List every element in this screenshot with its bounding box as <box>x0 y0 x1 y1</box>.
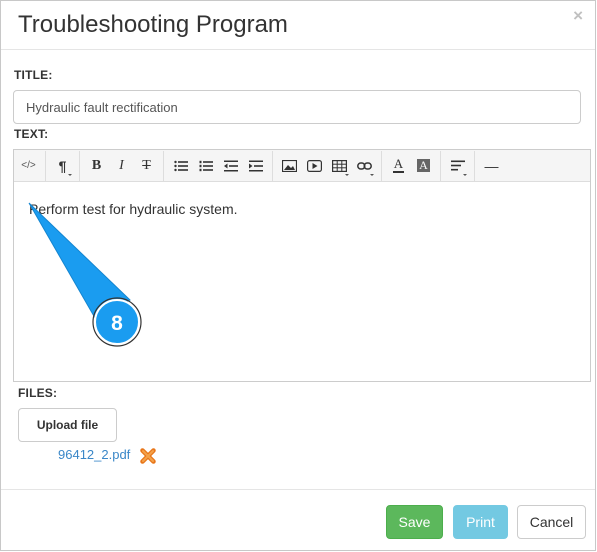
align-icon[interactable] <box>445 153 470 179</box>
ordered-list-icon[interactable] <box>193 153 218 179</box>
close-icon[interactable]: × <box>573 7 583 25</box>
font-color-underline <box>393 171 404 173</box>
cancel-button[interactable]: Cancel <box>517 505 586 539</box>
horizontal-rule-icon[interactable]: — <box>479 153 504 179</box>
title-label: TITLE: <box>14 68 53 82</box>
toolbar-separator <box>381 150 382 181</box>
files-label: FILES: <box>18 386 58 400</box>
footer-divider <box>1 489 595 490</box>
code-view-icon[interactable]: </> <box>16 153 41 179</box>
rich-text-editor[interactable]: </> ¶ B I T A A — Perform test for hydra… <box>13 149 591 382</box>
paragraph-icon[interactable]: ¶ <box>50 153 75 179</box>
troubleshooting-dialog: Troubleshooting Program × TITLE: TEXT: <… <box>0 0 596 551</box>
background-color-glyph: A <box>417 158 430 172</box>
toolbar-separator <box>474 150 475 181</box>
save-button[interactable]: Save <box>386 505 443 539</box>
background-color-icon[interactable]: A <box>411 153 436 179</box>
delete-file-icon[interactable] <box>139 447 157 470</box>
font-color-glyph: A <box>393 156 404 172</box>
font-color-icon[interactable]: A <box>386 153 411 179</box>
italic-icon[interactable]: I <box>109 153 134 179</box>
link-icon[interactable] <box>352 153 377 179</box>
upload-file-button[interactable]: Upload file <box>18 408 117 442</box>
video-icon[interactable] <box>302 153 327 179</box>
file-link[interactable]: 96412_2.pdf <box>58 447 130 463</box>
dialog-title: Troubleshooting Program <box>18 11 288 38</box>
strikethrough-icon[interactable]: T <box>134 153 159 179</box>
dropdown-caret-icon <box>463 173 467 176</box>
dropdown-caret-icon <box>345 173 349 176</box>
toolbar-separator <box>79 150 80 181</box>
indent-icon[interactable] <box>243 153 268 179</box>
toolbar-separator <box>272 150 273 181</box>
paragraph-glyph: ¶ <box>58 157 67 174</box>
unordered-list-icon[interactable] <box>168 153 193 179</box>
toolbar-separator <box>440 150 441 181</box>
dialog-header: Troubleshooting Program × <box>1 1 595 50</box>
toolbar-separator <box>163 150 164 181</box>
editor-toolbar: </> ¶ B I T A A — <box>14 150 590 182</box>
toolbar-separator <box>45 150 46 181</box>
editor-text[interactable]: Perform test for hydraulic system. <box>29 200 238 218</box>
table-icon[interactable] <box>327 153 352 179</box>
print-button[interactable]: Print <box>453 505 508 539</box>
image-icon[interactable] <box>277 153 302 179</box>
text-label: TEXT: <box>14 127 49 141</box>
dropdown-caret-icon <box>370 173 374 176</box>
title-input[interactable] <box>13 90 581 124</box>
bold-icon[interactable]: B <box>84 153 109 179</box>
outdent-icon[interactable] <box>218 153 243 179</box>
dropdown-caret-icon <box>68 173 72 176</box>
